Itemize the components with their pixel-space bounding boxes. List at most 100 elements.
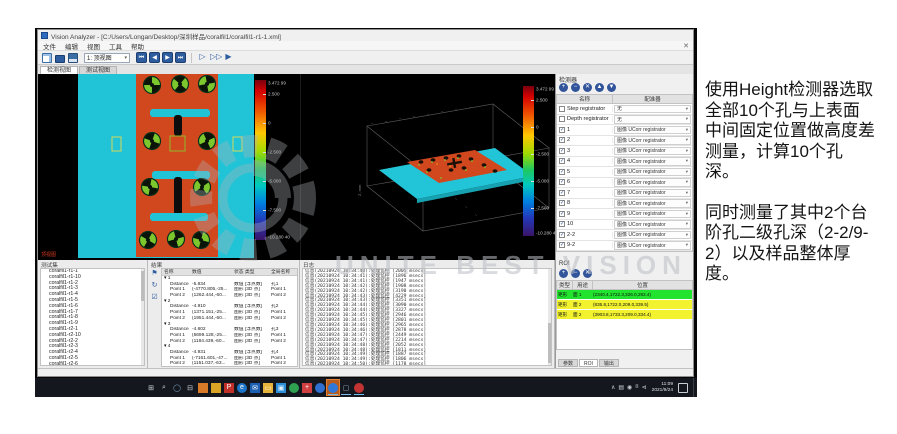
detector-row[interactable]: ✓ 10 图像 UCorr registrator ▾	[557, 220, 692, 230]
registrator-dropdown[interactable]: 图像 UCorr registrator▾	[614, 209, 691, 218]
checkbox[interactable]: ✓	[559, 200, 565, 207]
detector-toolbar-button-4[interactable]: ▼	[607, 83, 616, 92]
top-view-2d[interactable]: 3.472 99 -10.280 40 2.500 0 -2.500 -5.000 -7…	[38, 71, 300, 260]
registrator-dropdown[interactable]: 图像 UCorr registrator▾	[614, 167, 691, 176]
run-button-0[interactable]: ▷	[197, 52, 208, 63]
checkbox[interactable]: ✓	[559, 168, 565, 175]
detector-toolbar-button-1[interactable]: −	[571, 83, 580, 92]
app-icon-red-white[interactable]: +	[301, 380, 313, 395]
cortana-icon[interactable]: ◯	[171, 380, 183, 395]
close-document-icon[interactable]: ✕	[683, 42, 689, 50]
detector-row[interactable]: ✓ 2-2 图像 UCorr registrator ▾	[557, 230, 692, 241]
file-explorer-icon[interactable]: ▭	[262, 380, 274, 395]
roi-row[interactable]: 矩形面 1 (2340.4,1722.3,326.0,292.4)	[557, 290, 692, 299]
detector-row[interactable]: ✓ 9 图像 UCorr registrator ▾	[557, 209, 692, 220]
show-desktop-button[interactable]	[693, 378, 695, 397]
detector-row[interactable]: Step registrator 无 ▾	[557, 104, 692, 115]
registrator-dropdown[interactable]: 图像 UCorr registrator▾	[614, 199, 691, 208]
menu-工具[interactable]: 工具	[109, 41, 122, 51]
open-file-icon[interactable]	[55, 54, 65, 63]
app-icon-window[interactable]: ▢	[340, 380, 352, 395]
scrollbar[interactable]	[141, 269, 144, 365]
registrator-dropdown[interactable]: 图像 UCorr registrator▾	[614, 252, 691, 253]
iso-view-3d[interactable]: Z, mm 3.472 99 -10.280 40 2.500 0 -2.500 -5…	[300, 74, 558, 260]
registrator-dropdown[interactable]: 图像 UCorr registrator▾	[614, 188, 691, 197]
search-icon[interactable]: ⌕	[158, 380, 170, 395]
run-button-2[interactable]: ▶	[223, 52, 234, 63]
roi-tab-输出[interactable]: 输出	[598, 359, 619, 367]
checkbox[interactable]: ✓	[559, 221, 565, 228]
detector-toolbar-button-3[interactable]: ▲	[595, 83, 604, 92]
checkbox[interactable]: ✓	[559, 179, 565, 186]
detector-toolbar-button-2[interactable]: ✕	[583, 83, 592, 92]
registrator-dropdown[interactable]: 图像 UCorr registrator▾	[614, 125, 691, 134]
app-icon-pdf[interactable]: P	[223, 380, 235, 395]
registrator-dropdown[interactable]: 无 ▾	[614, 104, 691, 113]
view-select-dropdown[interactable]: 1: 顶视图 ▾	[84, 52, 130, 63]
roi-row[interactable]: 矩形面 2 (835.8,1722.0,209.0,339.5)	[557, 300, 692, 309]
registrator-dropdown[interactable]: 图像 UCorr registrator▾	[614, 220, 691, 229]
start-button[interactable]: ⊞	[145, 380, 157, 395]
new-file-icon[interactable]	[42, 52, 52, 63]
frame-nav-button-2[interactable]: ▶	[162, 52, 173, 63]
detector-row[interactable]: ✓ 3 图像 UCorr registrator ▾	[557, 146, 692, 157]
app-icon-orange[interactable]	[197, 380, 209, 395]
task-view-icon[interactable]: ⊟	[184, 380, 196, 395]
checkbox[interactable]: ✓	[559, 189, 565, 196]
menu-视图[interactable]: 视图	[87, 41, 100, 51]
app-icon-blue-sphere[interactable]	[314, 380, 326, 395]
results-tool-icon-2[interactable]: ☑	[151, 294, 157, 302]
detector-row[interactable]: ✓ 9-2 图像 UCorr registrator ▾	[557, 241, 692, 251]
tray-icon-3[interactable]: ¤	[635, 384, 638, 391]
checkbox[interactable]: ✓	[559, 158, 565, 165]
save-file-icon[interactable]	[68, 52, 78, 63]
registrator-dropdown[interactable]: 无 ▾	[614, 115, 691, 124]
detector-row[interactable]: ✓ 6 图像 UCorr registrator ▾	[557, 178, 692, 188]
menu-编辑[interactable]: 编辑	[65, 41, 78, 51]
tab-测试视图[interactable]: 测试视图	[79, 66, 118, 74]
action-center-icon[interactable]	[678, 382, 688, 393]
mail-icon[interactable]: ✉	[249, 380, 261, 395]
tray-icon-2[interactable]: ◉	[627, 384, 632, 391]
detector-row[interactable]: ✓ 4 图像 UCorr registrator ▾	[557, 157, 692, 167]
checkbox[interactable]: ✓	[559, 242, 565, 249]
checkbox[interactable]	[559, 116, 565, 123]
checkbox[interactable]: ✓	[559, 231, 565, 238]
detector-row[interactable]: ✓ 8 图像 UCorr registrator ▾	[557, 199, 692, 209]
tab-检测视图[interactable]: 检测视图	[40, 66, 79, 74]
roi-toolbar-button-2[interactable]: ✕	[583, 269, 592, 278]
detector-toolbar-button-0[interactable]: +	[559, 83, 568, 92]
registrator-dropdown[interactable]: 图像 UCorr registrator▾	[614, 178, 691, 187]
checkbox[interactable]: ✓	[559, 147, 565, 154]
measure-row[interactable]: Point 2 (1151.037,-63... 图形 [3D 点] Point 2	[162, 361, 297, 366]
app-icon-red-circle[interactable]	[353, 380, 365, 395]
menu-文件[interactable]: 文件	[43, 41, 56, 51]
detector-row[interactable]: ✓板厚图像 UCorr registrator▾	[557, 251, 692, 252]
detector-row[interactable]: ✓ 1 图像 UCorr registrator ▾	[557, 125, 692, 136]
tray-icon-1[interactable]: ▤	[618, 384, 624, 391]
roi-toolbar-button-0[interactable]: +	[559, 269, 568, 278]
checkbox[interactable]: ✓	[559, 210, 565, 217]
detector-row[interactable]: ✓ 7 图像 UCorr registrator ▾	[557, 188, 692, 199]
registrator-dropdown[interactable]: 图像 UCorr registrator▾	[614, 146, 691, 155]
app-icon-green[interactable]	[288, 380, 300, 395]
list-item[interactable]: coralfil1-r2-6	[41, 361, 144, 365]
run-button-1[interactable]: ▷▷	[210, 52, 222, 63]
edge-icon[interactable]: e	[236, 380, 248, 395]
frame-nav-button-3[interactable]: ⏭	[175, 52, 186, 63]
registrator-dropdown[interactable]: 图像 UCorr registrator▾	[614, 230, 691, 239]
registrator-dropdown[interactable]: 图像 UCorr registrator▾	[614, 241, 691, 250]
checkbox[interactable]: ✓	[559, 137, 565, 144]
checkbox[interactable]: ✓	[559, 126, 565, 133]
results-tool-icon-0[interactable]: ⚑	[151, 270, 157, 278]
frame-nav-button-1[interactable]: ◀	[149, 52, 160, 63]
tray-icon-4[interactable]: ⊲	[642, 384, 647, 391]
photos-icon[interactable]: ▣	[275, 380, 287, 395]
roi-toolbar-button-1[interactable]: −	[571, 269, 580, 278]
roi-tab-参数[interactable]: 参数	[558, 359, 579, 367]
roi-tab-ROI[interactable]: ROI	[579, 359, 598, 367]
frame-nav-button-0[interactable]: ⏮	[136, 52, 147, 63]
tray-icon-0[interactable]: ∧	[611, 384, 615, 391]
scrollbar[interactable]	[548, 269, 551, 365]
detector-row[interactable]: Depth registrator 无 ▾	[557, 115, 692, 125]
